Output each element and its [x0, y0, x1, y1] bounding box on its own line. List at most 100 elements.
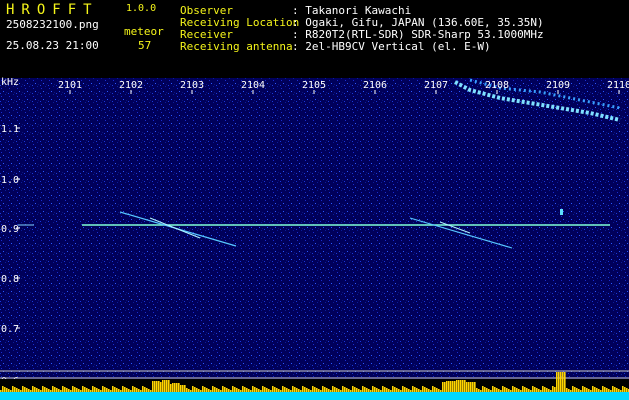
- activity-bar: [100, 390, 102, 392]
- activity-bar: [556, 372, 558, 392]
- activity-bar: [540, 390, 542, 392]
- activity-bar: [468, 382, 470, 392]
- activity-bar: [308, 389, 310, 392]
- activity-bar: [260, 390, 262, 392]
- activity-bar: [360, 390, 362, 392]
- activity-bar: [152, 381, 154, 392]
- activity-bar: [546, 388, 548, 392]
- activity-bar: [480, 390, 482, 392]
- activity-bar: [626, 388, 628, 392]
- activity-bar: [72, 386, 74, 392]
- activity-bar: [568, 389, 570, 392]
- activity-bar: [366, 388, 368, 392]
- activity-bar: [352, 386, 354, 392]
- activity-bar: [350, 390, 352, 392]
- activity-bar: [166, 380, 168, 392]
- activity-bar: [88, 389, 90, 392]
- activity-bar: [154, 381, 156, 392]
- activity-bar: [486, 388, 488, 392]
- activity-bar: [92, 386, 94, 392]
- activity-bar: [514, 387, 516, 392]
- activity-bar: [362, 386, 364, 392]
- activity-bar: [40, 390, 42, 392]
- activity-bar: [580, 390, 582, 392]
- activity-bar: [552, 386, 554, 392]
- activity-bar: [198, 389, 200, 392]
- activity-bar: [280, 390, 282, 392]
- activity-bar: [412, 386, 414, 392]
- activity-bar: [252, 386, 254, 392]
- activity-bar: [26, 388, 28, 392]
- activity-bar: [542, 386, 544, 392]
- activity-bar: [64, 387, 66, 392]
- activity-bar: [306, 388, 308, 392]
- activity-bar: [340, 390, 342, 392]
- activity-bar: [364, 387, 366, 392]
- activity-bar: [102, 386, 104, 392]
- activity-bar: [384, 387, 386, 392]
- date-time: 25.08.23 21:00: [6, 39, 99, 52]
- activity-bar: [168, 380, 170, 392]
- activity-bar: [510, 390, 512, 392]
- activity-bar: [4, 387, 6, 392]
- activity-bar: [608, 389, 610, 392]
- activity-bar: [206, 388, 208, 392]
- activity-bar: [78, 389, 80, 392]
- activity-bar: [70, 390, 72, 392]
- activity-bar: [134, 387, 136, 392]
- activity-bar: [596, 388, 598, 392]
- activity-bar: [326, 388, 328, 392]
- activity-bar: [220, 390, 222, 392]
- x-tick-label: 2108: [485, 80, 509, 91]
- activity-bar: [416, 388, 418, 392]
- activity-bar: [80, 390, 82, 392]
- activity-bar: [502, 386, 504, 392]
- activity-bar: [62, 386, 64, 392]
- activity-bar: [202, 386, 204, 392]
- activity-bar: [172, 383, 174, 392]
- activity-bar: [404, 387, 406, 392]
- activity-bar: [344, 387, 346, 392]
- activity-bar: [296, 388, 298, 392]
- activity-bar: [264, 387, 266, 392]
- activity-bar: [622, 386, 624, 392]
- activity-bar: [208, 389, 210, 392]
- activity-bar: [382, 386, 384, 392]
- activity-bar: [496, 388, 498, 392]
- activity-bar: [86, 388, 88, 392]
- activity-bar: [624, 387, 626, 392]
- activity-bar: [128, 389, 130, 392]
- activity-bar: [446, 381, 448, 392]
- activity-bar: [204, 387, 206, 392]
- activity-bar: [452, 381, 454, 392]
- activity-bar: [570, 390, 572, 392]
- activity-bar: [336, 388, 338, 392]
- activity-bar: [598, 389, 600, 392]
- activity-bar: [312, 386, 314, 392]
- activity-bar: [196, 388, 198, 392]
- activity-bar: [38, 389, 40, 392]
- app-logo: HROFFT: [6, 2, 99, 18]
- activity-bar: [432, 386, 434, 392]
- activity-bar: [316, 388, 318, 392]
- activity-bar: [588, 389, 590, 392]
- activity-bar: [218, 389, 220, 392]
- activity-bar: [190, 390, 192, 392]
- x-tick-label: 2107: [424, 80, 448, 91]
- activity-bar: [526, 388, 528, 392]
- activity-bar: [560, 372, 562, 392]
- activity-bar: [74, 387, 76, 392]
- activity-bar: [420, 390, 422, 392]
- antenna-value: : 2el-HB9CV Vertical (el. E-W): [292, 40, 491, 53]
- activity-bar: [396, 388, 398, 392]
- x-tick-label: 2103: [180, 80, 204, 91]
- activity-bar: [402, 386, 404, 392]
- activity-bar: [250, 390, 252, 392]
- activity-bar: [210, 390, 212, 392]
- app-version: 1.0.0: [126, 3, 157, 14]
- activity-bar: [302, 386, 304, 392]
- activity-bar: [200, 390, 202, 392]
- x-tick-label: 2102: [119, 80, 143, 91]
- activity-bar: [476, 388, 478, 392]
- meteor-trace: [560, 209, 563, 215]
